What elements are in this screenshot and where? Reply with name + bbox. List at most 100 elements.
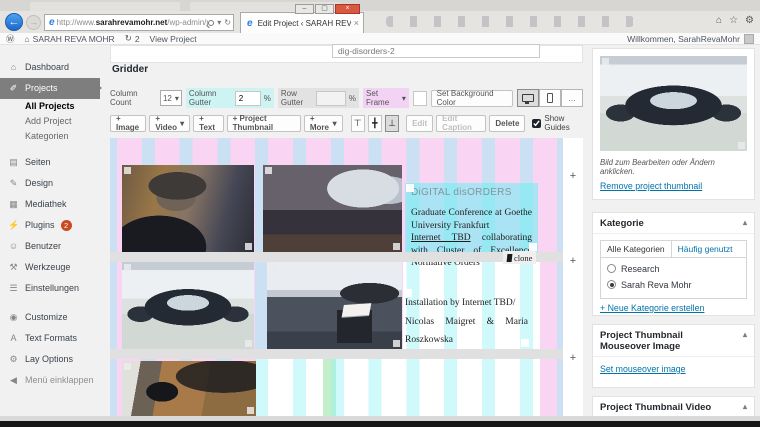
sidebar-item-projects[interactable]: ✐Projects (0, 78, 100, 99)
add-row-button[interactable]: + (563, 170, 583, 184)
edit-caption-button[interactable]: Edit Caption (436, 115, 486, 132)
sidebar-item-mediathek[interactable]: ▦Mediathek (0, 194, 100, 215)
category-option-sarah[interactable]: Sarah Reva Mohr (607, 280, 740, 290)
autocomplete-dropdown-icon[interactable]: ▾ (217, 18, 221, 27)
delete-button[interactable]: Delete (489, 115, 525, 132)
gridder-canvas[interactable]: DiGITAL disORDERS Graduate Conference at… (110, 138, 563, 416)
text-block-credits[interactable]: Installation by Internet TBD/ Nicolas Ma… (403, 288, 530, 348)
collapse-panel-icon[interactable]: ▴ (743, 218, 747, 227)
projects-pin-icon: ✐ (8, 78, 19, 99)
desktop-view-button[interactable] (517, 89, 539, 107)
add-text-button[interactable]: + Text (193, 115, 223, 132)
column-gutter-input[interactable] (235, 91, 261, 106)
sidebar-item-all-projects[interactable]: All Projects (0, 99, 100, 114)
sidebar-item-einstellungen[interactable]: ☰Einstellungen (0, 278, 100, 299)
set-background-color-button[interactable]: Set Background Color (431, 90, 513, 107)
photo-laptop-circle[interactable] (122, 262, 254, 349)
wp-logo-icon[interactable]: Ⓦ (6, 33, 15, 45)
tab-all-categories[interactable]: Alle Kategorien (601, 241, 672, 257)
thumbnail-video-panel: Project Thumbnail Video▴ (592, 396, 755, 418)
sidebar-item-text-formats[interactable]: AText Formats (0, 328, 100, 349)
align-top-button[interactable]: ⊤ (351, 115, 365, 132)
dashboard-icon: ⌂ (8, 57, 19, 78)
radio-unselected-icon[interactable] (607, 264, 616, 273)
show-guides-checkbox[interactable] (532, 119, 541, 128)
more-views-button[interactable]: … (561, 89, 583, 107)
settings-gear-icon[interactable]: ⚙ (745, 15, 754, 26)
photo-seated-audience[interactable] (122, 361, 256, 416)
remove-thumbnail-link[interactable]: Remove project thumbnail (600, 181, 702, 191)
refresh-icon[interactable]: ↻ (224, 18, 231, 27)
sidebar-item-lay-options[interactable]: ⚙Lay Options (0, 349, 100, 370)
percent-label: % (264, 94, 271, 103)
photo-audience-screen[interactable] (263, 165, 402, 252)
column-count-select[interactable]: 12▾ (160, 90, 182, 106)
favorites-star-icon[interactable]: ☆ (729, 15, 738, 26)
credits-line: Roszkowska (405, 331, 528, 350)
sidebar-item-kategorien[interactable]: Kategorien (0, 129, 100, 144)
mouseover-panel-title: Project Thumbnail Mouseover Image (600, 330, 730, 352)
tab-close-icon[interactable]: × (354, 18, 359, 28)
internet-tbd-link[interactable]: Internet TBD (411, 233, 471, 243)
site-menu[interactable]: ⌂ SARAH REVA MOHR (25, 34, 115, 44)
url-text: http://www.sarahrevamohr.net/wp-admin/po… (57, 18, 209, 27)
add-video-button[interactable]: + Video▾ (149, 115, 190, 132)
sidebar-item-design[interactable]: ✎Design (0, 173, 100, 194)
photo-speaker-with-cap[interactable] (122, 165, 254, 252)
background-color-swatch[interactable] (413, 91, 427, 106)
sidebar-item-benutzer[interactable]: ☺Benutzer (0, 236, 100, 257)
sidebar-item-seiten[interactable]: ▤Seiten (0, 152, 100, 173)
row-gutter-input[interactable] (316, 91, 346, 106)
sidebar-item-dashboard[interactable]: ⌂Dashboard (0, 57, 100, 78)
collapse-panel-icon[interactable]: ▴ (743, 402, 747, 411)
project-thumbnail-image[interactable] (600, 56, 747, 151)
clone-button[interactable]: clone (503, 251, 536, 264)
add-row-button[interactable]: + (563, 255, 583, 269)
address-bar[interactable]: e http://www.sarahrevamohr.net/wp-admin/… (44, 14, 234, 31)
browser-tab[interactable]: e Edit Project ‹ SARAH REVA ... × – ▢ × (240, 12, 364, 33)
close-window-button[interactable]: × (335, 4, 360, 14)
chevron-down-icon: ▾ (333, 119, 337, 128)
new-category-link[interactable]: + Neue Kategorie erstellen (600, 303, 704, 313)
gridder-heading: Gridder (112, 64, 148, 75)
mobile-view-button[interactable] (539, 89, 561, 107)
align-bottom-button[interactable]: ⊥ (385, 115, 399, 132)
add-row-button[interactable]: + (563, 352, 583, 366)
search-icon[interactable] (208, 20, 214, 26)
minimize-button[interactable]: – (295, 4, 314, 14)
home-icon[interactable]: ⌂ (716, 15, 722, 26)
updates-menu[interactable]: ↻ 2 (125, 33, 140, 44)
tab-frequently-used[interactable]: Häufig genutzt (672, 241, 739, 257)
photo-installation-room[interactable] (267, 262, 402, 349)
collapse-panel-icon[interactable]: ▴ (743, 330, 747, 339)
add-more-button[interactable]: + More▾ (304, 115, 343, 132)
add-project-thumbnail-button[interactable]: + Project Thumbnail (227, 115, 301, 132)
sidebar-item-add-project[interactable]: Add Project (0, 114, 100, 129)
screen: ← → e http://www.sarahrevamohr.net/wp-ad… (0, 0, 760, 427)
edit-button[interactable]: Edit (406, 115, 433, 132)
add-image-button[interactable]: + Image (110, 115, 146, 132)
maximize-button[interactable]: ▢ (315, 4, 334, 14)
sidebar-item-plugins[interactable]: ⚡Plugins2 (0, 215, 100, 236)
kategorie-title: Kategorie (600, 218, 644, 229)
sidebar-item-customize[interactable]: ◉Customize (0, 307, 100, 328)
slug-input[interactable]: dig-disorders-2 (332, 44, 540, 58)
radio-selected-icon[interactable] (607, 280, 616, 289)
row-separator[interactable] (110, 252, 563, 262)
home-icon: ⌂ (25, 34, 30, 44)
phone-icon (547, 93, 553, 103)
taskbar-strip (0, 421, 760, 427)
back-button[interactable]: ← (5, 13, 23, 31)
forward-button[interactable]: → (26, 15, 41, 30)
sidebar-collapse-menu[interactable]: ◀Menü einklappen (0, 370, 100, 391)
align-center-button[interactable]: ╋ (368, 115, 382, 132)
mouseover-image-panel: Project Thumbnail Mouseover Image ▴ Set m… (592, 324, 755, 388)
category-option-research[interactable]: Research (607, 264, 740, 274)
set-mouseover-image-link[interactable]: Set mouseover image (600, 364, 686, 374)
text-block-title[interactable]: DiGITAL disORDERS Graduate Conference at… (405, 183, 538, 252)
row-separator[interactable] (110, 349, 563, 359)
view-project-link[interactable]: View Project (150, 34, 197, 44)
welcome-user-menu[interactable]: Willkommen, SarahRevaMohr (627, 34, 740, 44)
sidebar-item-werkzeuge[interactable]: ⚒Werkzeuge (0, 257, 100, 278)
set-frame-button[interactable]: Set Frame▾ (363, 88, 409, 108)
